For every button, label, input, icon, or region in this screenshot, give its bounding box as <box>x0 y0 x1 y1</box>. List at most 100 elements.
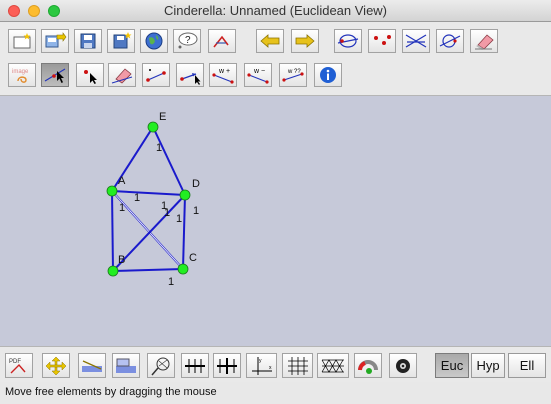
move-icon <box>44 68 66 83</box>
select-points-icon <box>374 35 391 45</box>
edge-weight-EA: 1 <box>156 142 162 154</box>
plus-grid-icon <box>217 357 237 374</box>
select-lines-button[interactable] <box>334 29 362 53</box>
add-weight-icon: w + <box>212 68 234 84</box>
svg-text:w +: w + <box>218 68 230 75</box>
translate-icon <box>82 359 102 372</box>
add-segment-button[interactable] <box>142 63 170 87</box>
vertex-B[interactable] <box>107 265 119 277</box>
open-file-icon <box>45 32 67 48</box>
export-web-button[interactable] <box>140 29 168 53</box>
help-button[interactable]: ? <box>173 29 201 53</box>
globe-icon <box>145 32 163 50</box>
vertex-D[interactable] <box>179 189 191 201</box>
select-lines-icon <box>337 34 359 48</box>
help-balloon-icon: ? <box>178 32 198 49</box>
svg-text:w −: w − <box>253 68 265 75</box>
svg-text:w ??: w ?? <box>287 69 301 75</box>
snap-button[interactable] <box>354 353 382 378</box>
snap-icon <box>358 359 378 374</box>
edge-AB[interactable] <box>111 190 114 272</box>
vertex-A[interactable] <box>106 185 118 197</box>
remove-weight-button[interactable]: w − <box>244 63 272 87</box>
select-all-icon <box>405 34 427 48</box>
net-button[interactable] <box>147 353 175 378</box>
zoom-grid-button[interactable] <box>181 353 209 378</box>
status-bar: Move free elements by dragging the mouse <box>0 382 551 404</box>
save-icon <box>80 33 96 49</box>
remove-weight-icon: w − <box>247 68 269 84</box>
eraser-icon <box>475 34 494 50</box>
undo-button[interactable] <box>256 29 284 53</box>
redo-button[interactable] <box>291 29 319 53</box>
edge-weight-AB: 1 <box>119 202 125 214</box>
title-bar: Cinderella: Unnamed (Euclidean View) <box>0 0 551 22</box>
animation-button[interactable] <box>389 353 417 378</box>
load-button[interactable] <box>41 29 69 53</box>
svg-text:y: y <box>259 358 262 364</box>
new-button[interactable] <box>8 29 36 53</box>
vertex-label-B: B <box>118 254 125 266</box>
info-button[interactable] <box>314 63 342 87</box>
select-conics-icon <box>439 34 461 48</box>
move-button[interactable] <box>41 63 69 87</box>
axes-button[interactable]: y x <box>246 353 277 378</box>
vertex-E[interactable] <box>147 121 159 133</box>
pdf-icon: PDF <box>9 359 26 373</box>
triangle-grid-button[interactable] <box>317 353 349 378</box>
grid-icon <box>287 356 308 375</box>
arrow-right-icon <box>295 34 315 48</box>
vertex-C[interactable] <box>177 263 189 275</box>
save-as-button[interactable] <box>107 29 135 53</box>
info-icon <box>320 67 336 83</box>
query-weight-button[interactable]: w ?? <box>279 63 307 87</box>
vertex-label-D: D <box>192 178 200 190</box>
edge-AD[interactable] <box>111 190 186 196</box>
delete-icon <box>111 68 133 84</box>
layer-icon <box>116 358 136 373</box>
edge-weight-BD: 1 <box>176 213 182 225</box>
camera-icon <box>396 358 410 373</box>
save-button[interactable] <box>74 29 102 53</box>
euclidean-button[interactable]: Euc <box>435 353 469 378</box>
svg-text:?: ? <box>185 35 191 46</box>
print-button[interactable] <box>208 29 236 53</box>
edge-DC[interactable] <box>182 194 186 270</box>
select-points-button[interactable] <box>368 29 396 53</box>
axes-icon: y x <box>251 356 272 375</box>
arrow-left-icon <box>260 34 280 48</box>
add-point-icon <box>84 70 97 84</box>
delete-mode-button[interactable] <box>108 63 136 87</box>
elliptic-button[interactable]: Ell <box>508 353 546 378</box>
fit-view-icon <box>45 356 67 375</box>
image-icon: image <box>12 69 29 83</box>
select-all-lines-button[interactable] <box>402 29 430 53</box>
svg-text:PDF: PDF <box>9 359 21 365</box>
graph-view[interactable]: 1111 1 111 EA DB C <box>0 96 551 346</box>
hyperbolic-button[interactable]: Hyp <box>471 353 505 378</box>
status-text: Move free elements by dragging the mouse <box>5 386 217 398</box>
grid-button[interactable] <box>282 353 313 378</box>
new-document-icon <box>13 33 31 49</box>
select-conics-button[interactable] <box>436 29 464 53</box>
pdf-export-button[interactable]: PDF <box>5 353 33 378</box>
layer-button[interactable] <box>112 353 140 378</box>
add-point-button[interactable] <box>76 63 104 87</box>
erase-button[interactable] <box>470 29 498 53</box>
edge-ED[interactable] <box>152 126 186 196</box>
drawing-canvas[interactable]: 11111111 EADBC <box>0 96 551 346</box>
add-segment-icon <box>146 69 166 82</box>
query-weight-icon: w ?? <box>282 69 304 82</box>
plus-grid-button[interactable] <box>213 353 241 378</box>
vertex-label-E: E <box>159 111 166 123</box>
vertex-label-A: A <box>118 175 126 187</box>
edge-BC[interactable] <box>112 268 184 272</box>
edge-weight-DC: 1 <box>193 205 199 217</box>
vertex-label-C: C <box>189 252 197 264</box>
add-weight-button[interactable]: w + <box>209 63 237 87</box>
fit-view-button[interactable] <box>42 353 70 378</box>
image-mode-button[interactable]: image <box>8 63 36 87</box>
add-arrow-button[interactable] <box>176 63 204 87</box>
net-icon <box>151 357 170 375</box>
translate-button[interactable] <box>78 353 106 378</box>
